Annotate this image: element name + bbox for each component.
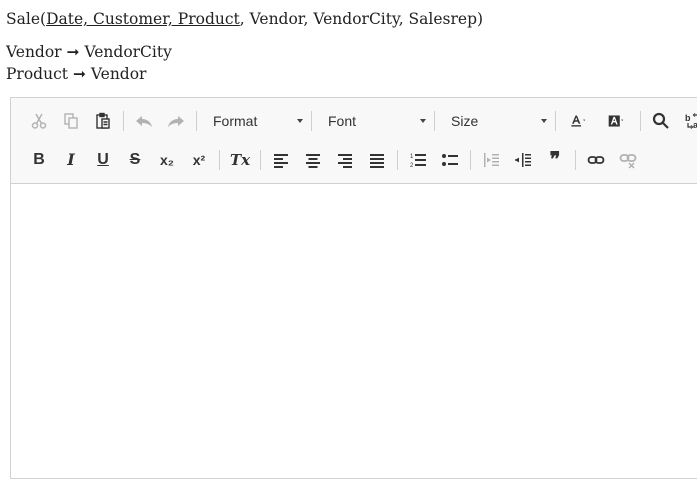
copy-icon [64,113,78,129]
background-color-icon [608,115,624,127]
align-left-button[interactable] [267,147,295,173]
undo-icon [136,116,152,127]
remove-format-icon: Tx [229,150,251,169]
toolbar-separator [311,111,312,131]
toolbar-separator [555,111,556,131]
toolbar-separator [640,111,641,131]
text-color-button[interactable] [562,108,596,134]
fd-lhs: Vendor [6,43,62,61]
outdent-icon [484,153,499,167]
unlink-icon [619,154,637,169]
unlink-button[interactable] [614,147,642,173]
chevron-down-icon [420,119,426,123]
align-center-button[interactable] [299,147,327,173]
fd-rhs: VendorCity [84,43,172,61]
bold-button[interactable]: B [25,147,53,173]
strikethrough-icon: S [129,151,141,168]
link-button[interactable] [582,147,610,173]
search-icon [652,112,669,129]
copy-button[interactable] [57,108,85,134]
font-dropdown[interactable]: Font [318,108,432,134]
toolbar-separator [470,150,471,170]
indent-icon [515,153,531,167]
other-attributes: , Vendor, VendorCity, Salesrep) [239,10,484,28]
paste-button[interactable] [89,108,117,134]
toolbar-separator [397,150,398,170]
underline-icon: U [97,151,109,168]
bulleted-list-button[interactable] [436,147,464,173]
format-dropdown-label: Format [213,113,258,129]
fd-arrow: ➞ [66,43,80,61]
strikethrough-button[interactable]: S [121,147,149,173]
relation-name: Sale [6,10,40,28]
superscript-button[interactable]: x² [185,147,213,173]
toolbar-separator [434,111,435,131]
justify-icon [370,154,384,168]
subscript-button[interactable]: x₂ [153,147,181,173]
italic-icon: I [67,150,75,169]
fd-rhs: Vendor [90,65,147,83]
svg-text:a: a [693,120,697,130]
numbered-list-button[interactable]: 12 [404,147,432,173]
chevron-down-icon [297,119,303,123]
bulleted-list-icon [442,154,458,166]
format-dropdown[interactable]: Format [203,108,309,134]
toolbar-row-2: B I U S x₂ x² Tx 1 2 ❞ [25,145,646,175]
cut-button[interactable] [25,108,53,134]
editor-content-area[interactable] [11,184,697,478]
fd-arrow: ➞ [72,65,86,83]
redo-button[interactable] [162,108,190,134]
fd-lhs: Product [6,65,68,83]
find-button[interactable] [647,108,675,134]
svg-text:b: b [685,113,691,123]
replace-button[interactable]: ba [679,108,697,134]
justify-button[interactable] [363,147,391,173]
font-dropdown-label: Font [328,113,357,129]
increase-indent-button[interactable] [509,147,537,173]
toolbar-separator [123,111,124,131]
relation-schema: Sale(Date, Customer, Product, Vendor, Ve… [6,9,483,29]
remove-format-button[interactable]: Tx [226,147,254,173]
functional-dependency-2: Product ➞ Vendor [6,64,146,84]
align-right-button[interactable] [331,147,359,173]
toolbar-row-1: Format Font Size b a [25,106,697,136]
toolbar-separator [260,150,261,170]
size-dropdown-label: Size [451,113,479,129]
toolbar-separator [196,111,197,131]
background-color-button[interactable] [600,108,634,134]
scissors-icon [31,113,47,129]
editor-toolbar: Format Font Size b a B I U S x₂ x² Tx 1 … [11,98,697,184]
text-color-icon [571,115,586,127]
toolbar-separator [219,150,220,170]
svg-text:1: 1 [410,154,414,160]
replace-icon: ba [685,113,697,130]
chevron-down-icon [541,119,547,123]
clipboard-icon [96,112,110,129]
align-left-icon [274,154,288,168]
blockquote-button[interactable]: ❞ [541,147,569,173]
toolbar-separator [575,150,576,170]
align-center-icon [306,154,320,168]
superscript-icon: x² [192,152,206,168]
numbered-list-icon: 12 [410,154,426,169]
quote-icon: ❞ [549,149,561,171]
size-dropdown[interactable]: Size [441,108,553,134]
functional-dependency-1: Vendor ➞ VendorCity [6,42,172,62]
italic-button[interactable]: I [57,147,85,173]
decrease-indent-button[interactable] [477,147,505,173]
redo-icon [168,116,184,127]
undo-button[interactable] [130,108,158,134]
underline-button[interactable]: U [89,147,117,173]
align-right-icon [338,154,352,168]
link-icon [587,156,605,164]
rich-text-editor: Format Font Size b a B I U S x₂ x² Tx 1 … [10,97,697,479]
svg-text:2: 2 [410,163,414,169]
bold-icon: B [33,151,45,168]
primary-key-attributes: Date, Customer, Product [46,10,240,28]
subscript-icon: x₂ [159,152,174,168]
